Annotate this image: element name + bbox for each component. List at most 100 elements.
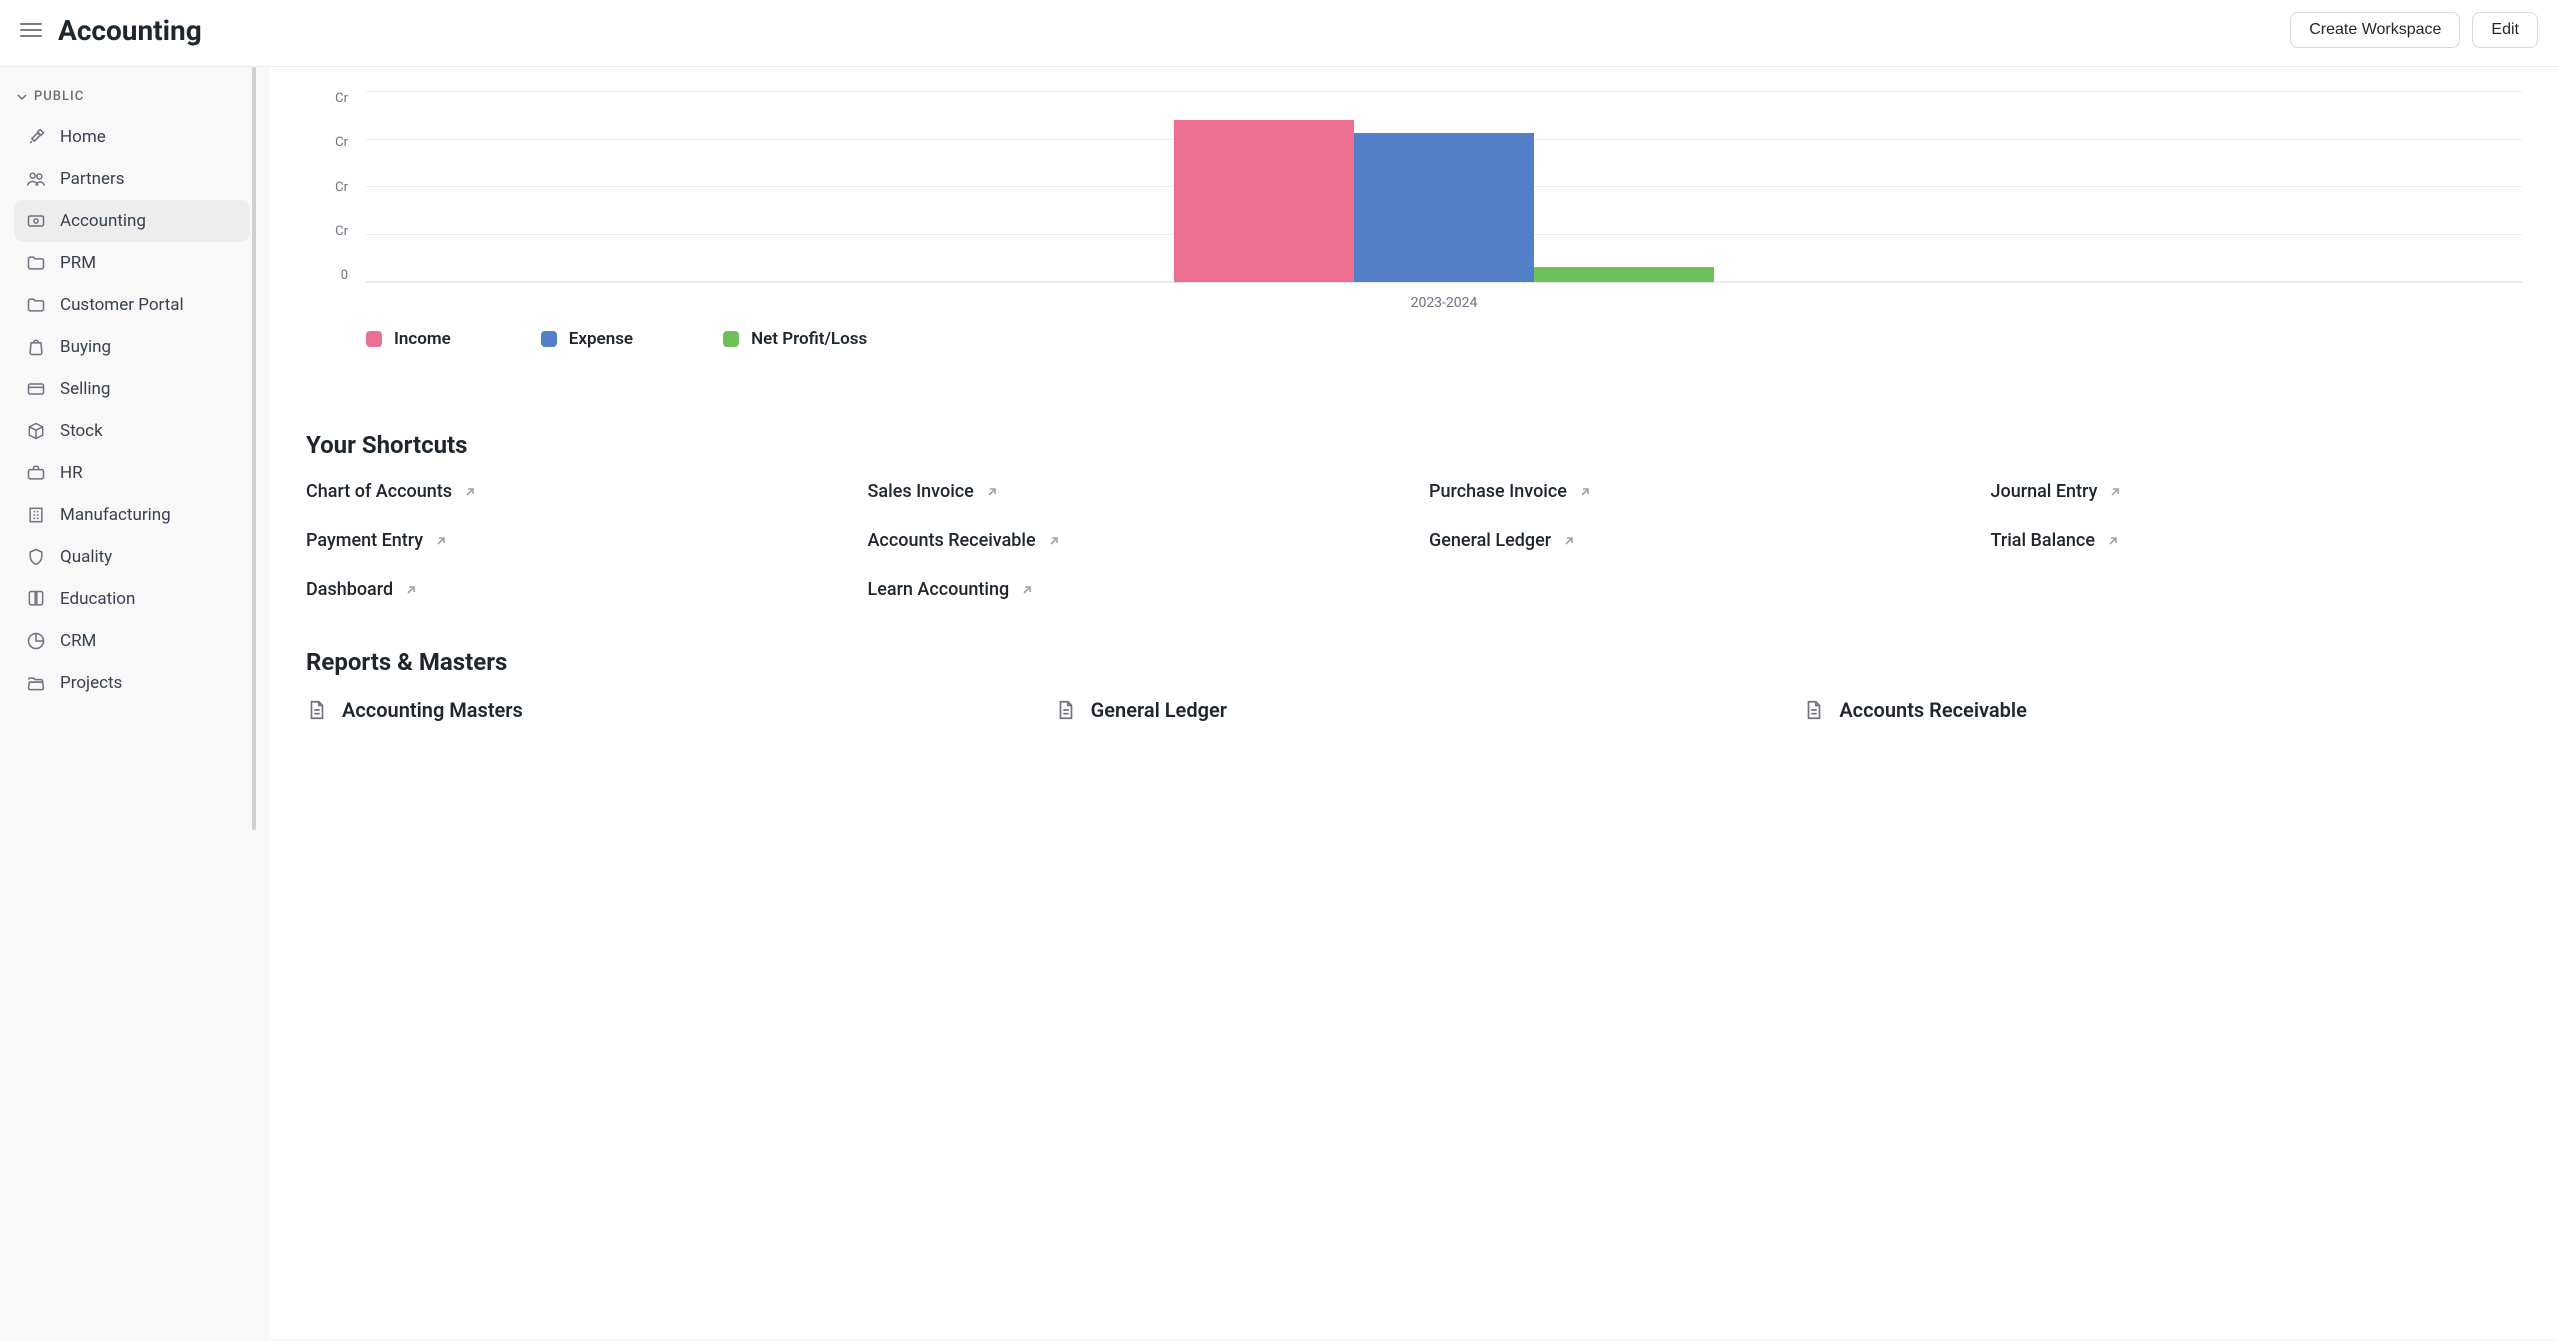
y-tick: Cr [306,180,348,195]
arrow-ne-icon [1577,484,1593,500]
sidebar-section-header[interactable]: PUBLIC [14,83,250,116]
shield-icon [26,547,46,567]
shortcut-journal-entry[interactable]: Journal Entry [1991,481,2523,502]
shortcut-learn-accounting[interactable]: Learn Accounting [868,579,1400,600]
shortcut-label: Journal Entry [1991,481,2098,502]
arrow-ne-icon [1046,533,1062,549]
sidebar-section-label: PUBLIC [34,89,84,104]
arrow-ne-icon [1561,533,1577,549]
sidebar-item-selling[interactable]: Selling [14,368,250,410]
sidebar-item-label: Customer Portal [60,295,184,315]
topbar: Accounting Create Workspace Edit [0,0,2558,67]
sidebar-item-label: Accounting [60,211,146,231]
report-general-ledger[interactable]: General Ledger [1055,698,1774,722]
sidebar-item-label: Stock [60,421,103,441]
sidebar-item-partners[interactable]: Partners [14,158,250,200]
report-label: General Ledger [1091,698,1227,722]
sidebar-item-home[interactable]: Home [14,116,250,158]
swatch-expense [541,331,557,347]
chart-card: Cr Cr Cr Cr 0 2023-2024 [306,91,2522,383]
sidebar-item-prm[interactable]: PRM [14,242,250,284]
sidebar-item-hr[interactable]: HR [14,452,250,494]
shortcut-general-ledger[interactable]: General Ledger [1429,530,1961,551]
legend-netprofit[interactable]: Net Profit/Loss [723,329,867,349]
shortcut-label: Trial Balance [1991,530,2095,551]
tools-icon [26,127,46,147]
sidebar-item-crm[interactable]: CRM [14,620,250,662]
chart-y-axis: Cr Cr Cr Cr 0 [306,91,348,283]
sidebar: PUBLIC Home Partners Accounting PRM Customer… [0,67,260,1338]
bill-icon [26,211,46,231]
sidebar-item-projects[interactable]: Projects [14,662,250,704]
arrow-ne-icon [403,582,419,598]
sidebar-item-label: PRM [60,253,96,273]
sidebar-item-manufacturing[interactable]: Manufacturing [14,494,250,536]
folder-icon [26,295,46,315]
bar-expense [1354,133,1534,282]
chart-bars [366,91,2522,282]
shortcuts-grid: Chart of Accounts Sales Invoice Purchase I… [306,481,2522,600]
report-label: Accounts Receivable [1839,698,2027,722]
shortcut-payment-entry[interactable]: Payment Entry [306,530,838,551]
sidebar-item-label: HR [60,463,83,483]
sidebar-item-label: CRM [60,631,96,651]
shortcut-label: Purchase Invoice [1429,481,1567,502]
sidebar-item-label: Education [60,589,135,609]
legend-income[interactable]: Income [366,329,451,349]
edit-button[interactable]: Edit [2472,12,2538,48]
shortcut-label: General Ledger [1429,530,1551,551]
sidebar-item-label: Projects [60,673,122,693]
shortcut-purchase-invoice[interactable]: Purchase Invoice [1429,481,1961,502]
sidebar-item-label: Partners [60,169,125,189]
shortcut-dashboard[interactable]: Dashboard [306,579,838,600]
shortcut-sales-invoice[interactable]: Sales Invoice [868,481,1400,502]
scrollbar[interactable] [252,67,256,830]
shortcut-label: Dashboard [306,579,393,600]
sidebar-item-stock[interactable]: Stock [14,410,250,452]
legend-expense[interactable]: Expense [541,329,633,349]
main-content: Cr Cr Cr Cr 0 2023-2024 [270,67,2558,1338]
shortcut-accounts-receivable[interactable]: Accounts Receivable [868,530,1400,551]
arrow-ne-icon [462,484,478,500]
folder-open-icon [26,673,46,693]
swatch-income [366,331,382,347]
chevron-down-icon [16,91,28,103]
arrow-ne-icon [2107,484,2123,500]
doc-icon [1055,699,1077,721]
create-workspace-button[interactable]: Create Workspace [2290,12,2460,48]
legend-label: Income [394,329,451,349]
y-tick: Cr [306,91,348,106]
sidebar-item-quality[interactable]: Quality [14,536,250,578]
doc-icon [306,699,328,721]
y-tick: Cr [306,224,348,239]
shortcut-trial-balance[interactable]: Trial Balance [1991,530,2523,551]
report-accounting-masters[interactable]: Accounting Masters [306,698,1025,722]
piechart-icon [26,631,46,651]
legend-label: Net Profit/Loss [751,329,867,349]
chart-plot [366,91,2522,283]
bag-icon [26,337,46,357]
card-icon [26,379,46,399]
briefcase-icon [26,463,46,483]
sidebar-item-education[interactable]: Education [14,578,250,620]
box-icon [26,421,46,441]
topbar-right: Create Workspace Edit [2290,12,2538,48]
report-accounts-receivable[interactable]: Accounts Receivable [1803,698,2522,722]
shortcut-chart-of-accounts[interactable]: Chart of Accounts [306,481,838,502]
shortcut-label: Sales Invoice [868,481,974,502]
book-icon [26,589,46,609]
reports-title: Reports & Masters [306,648,2522,676]
chart-x-label: 2023-2024 [366,289,2522,311]
sidebar-item-customer-portal[interactable]: Customer Portal [14,284,250,326]
topbar-left: Accounting [20,14,202,47]
sidebar-item-label: Buying [60,337,111,357]
hamburger-icon[interactable] [20,19,42,41]
shortcut-label: Chart of Accounts [306,481,452,502]
sidebar-item-buying[interactable]: Buying [14,326,250,368]
arrow-ne-icon [2105,533,2121,549]
sidebar-item-label: Manufacturing [60,505,171,525]
sidebar-item-accounting[interactable]: Accounting [14,200,250,242]
arrow-ne-icon [1019,582,1035,598]
sidebar-item-label: Home [60,127,106,147]
bar-netprofit [1534,267,1714,282]
